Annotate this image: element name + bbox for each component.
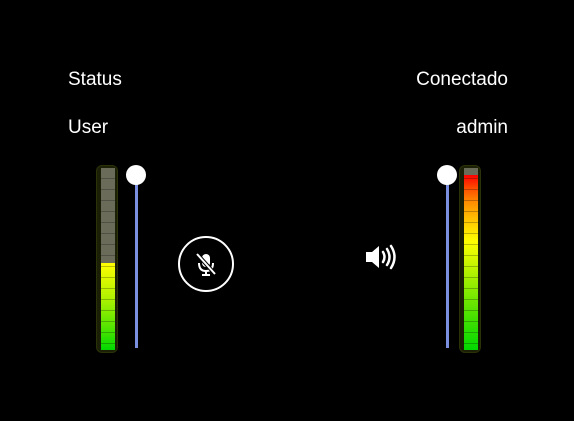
input-gain-track[interactable]: [135, 173, 138, 348]
input-gain-slider[interactable]: [125, 165, 147, 351]
output-level-meter: [459, 165, 481, 353]
user-label: User: [68, 117, 109, 138]
output-volume-track[interactable]: [446, 173, 449, 348]
status-value: Conectado: [416, 69, 508, 90]
input-level-meter: [96, 165, 118, 353]
user-value: admin: [456, 117, 508, 138]
speaker-volume-icon[interactable]: [364, 242, 398, 272]
mic-mute-button[interactable]: [178, 236, 234, 292]
mic-muted-icon: [195, 252, 217, 276]
audio-panel: Status Conectado User admin: [0, 0, 574, 421]
output-volume-thumb[interactable]: [437, 165, 457, 185]
status-label: Status: [68, 69, 122, 90]
output-volume-slider[interactable]: [436, 165, 458, 351]
output-level-fill: [464, 175, 478, 350]
input-gain-thumb[interactable]: [126, 165, 146, 185]
input-level-fill: [101, 262, 115, 350]
